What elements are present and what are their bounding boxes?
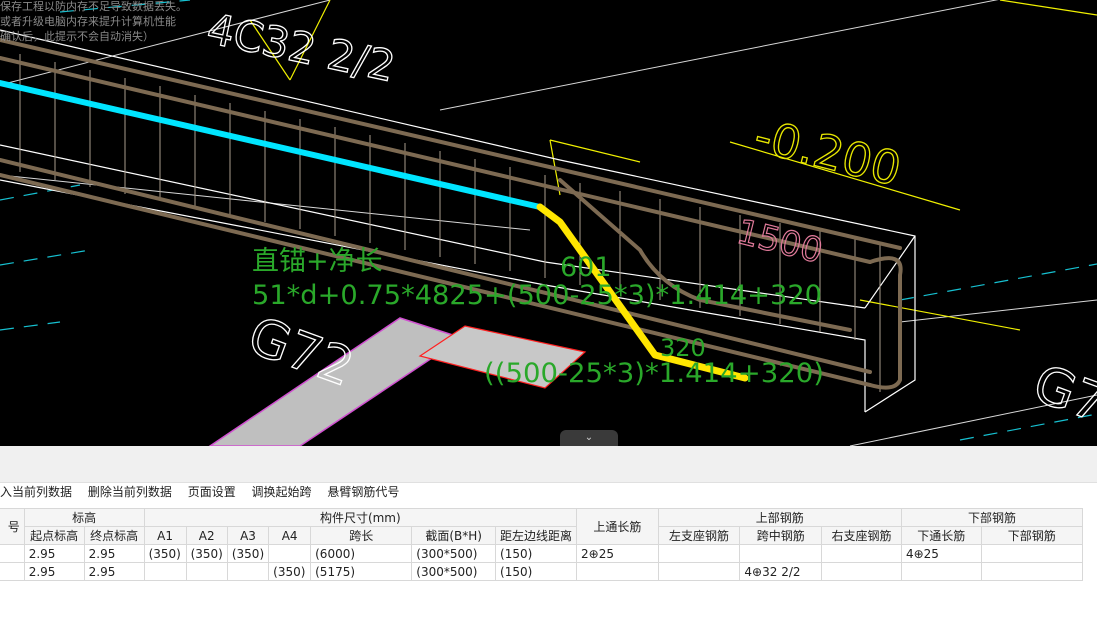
col-header-right-support-rebar: 右支座钢筋 [821, 526, 902, 545]
col-header-left-support-rebar: 左支座钢筋 [657, 526, 741, 545]
collapse-panel-button[interactable]: ⌄ [560, 430, 618, 446]
table-cell[interactable]: 2.95 [83, 544, 145, 563]
table-cell[interactable] [980, 544, 1084, 563]
page-setup-button[interactable]: 页面设置 [188, 485, 236, 499]
col-header-section: 截面(B*H) [411, 526, 497, 545]
table-cell[interactable] [576, 562, 659, 581]
col-header-num: 号 [0, 508, 25, 545]
col-header-a1: A1 [143, 526, 187, 545]
formula-sub-b: ((500-25*3)*1.414+320) [484, 358, 824, 389]
insert-column-data-button[interactable]: 入当前列数据 [0, 485, 72, 499]
cantilever-rebar-code-button[interactable]: 悬臂钢筋代号 [327, 485, 399, 499]
table-cell[interactable] [980, 562, 1084, 581]
table-cell[interactable]: (150) [495, 544, 578, 563]
formula-expression: 51*d+0.75*4825+(500-25*3)*1.414+320 [252, 280, 822, 311]
table-cell[interactable]: (350) [268, 562, 312, 581]
table-cell[interactable]: (350) [185, 544, 228, 563]
table-cell[interactable]: (300*500) [411, 562, 497, 581]
table-cell[interactable]: 4⊕25 [900, 544, 982, 563]
formula-title: 直锚+净长 [252, 246, 383, 277]
delete-column-data-button[interactable]: 删除当前列数据 [88, 485, 172, 499]
table-cell[interactable]: (6000) [310, 544, 413, 563]
table-cell[interactable]: (350) [226, 544, 270, 563]
elevation-label: -0.200 [749, 108, 906, 196]
table-cell[interactable] [0, 544, 25, 563]
table-row[interactable]: 2.95 2.95 (350) (350) (350) (6000) (300*… [0, 544, 1084, 563]
table-cell[interactable] [143, 562, 187, 581]
col-header-top-long: 上通长筋 [576, 508, 659, 545]
col-header-end-elev: 终点标高 [83, 526, 145, 545]
col-header-a3: A3 [226, 526, 270, 545]
formula-id: 601 [560, 252, 612, 283]
col-group-bottom-rebar: 下部钢筋 [900, 508, 1084, 527]
table-cell[interactable]: 2.95 [83, 562, 145, 581]
table-cell[interactable] [821, 562, 902, 581]
col-group-dimensions: 构件尺寸(mm) [143, 508, 578, 527]
col-header-bottom-rebar: 下部钢筋 [980, 526, 1084, 545]
chevron-down-icon: ⌄ [584, 432, 594, 443]
3d-viewport[interactable]: 4C32 2/2 -0.200 G72 G7 1500 直锚+净长 601 51… [0, 0, 1097, 446]
table-cell[interactable] [900, 562, 982, 581]
col-header-span-length: 跨长 [310, 526, 413, 545]
table-cell[interactable] [185, 562, 228, 581]
table-row[interactable]: 2.95 2.95 (350) (5175) (300*500) (150) 4… [0, 562, 1084, 581]
table-cell[interactable] [268, 544, 312, 563]
table-cell[interactable] [821, 544, 902, 563]
memory-warning-line-3: 确认后，此提示不会自动消失） [0, 30, 154, 43]
table-cell[interactable]: (150) [495, 562, 578, 581]
memory-warning-line-2: 或者升级电脑内存来提升计算机性能 [0, 15, 176, 28]
table-cell[interactable]: 4⊕32 2/2 [739, 562, 823, 581]
col-header-mid-span-rebar: 跨中钢筋 [739, 526, 823, 545]
col-group-top-rebar: 上部钢筋 [657, 508, 902, 527]
col-header-a2: A2 [185, 526, 228, 545]
grid-toolbar: 入当前列数据 删除当前列数据 页面设置 调换起始跨 悬臂钢筋代号 [0, 483, 1097, 503]
table-cell[interactable] [0, 562, 25, 581]
col-header-bottom-long: 下通长筋 [900, 526, 982, 545]
table-cell[interactable]: 2⊕25 [576, 544, 659, 563]
panel-header-strip [0, 446, 1097, 483]
table-cell[interactable] [657, 562, 741, 581]
beam-rebar-scene[interactable]: 4C32 2/2 -0.200 G72 G7 1500 直锚+净长 601 51… [0, 0, 1097, 446]
table-cell[interactable]: (300*500) [411, 544, 497, 563]
swap-start-span-button[interactable]: 调换起始跨 [252, 485, 312, 499]
table-cell[interactable] [657, 544, 741, 563]
rebar-mark-label: 4C32 2/2 [203, 4, 399, 92]
col-header-left-edge-distance: 距左边线距离 [495, 526, 578, 545]
memory-warning-line-1: 保存工程以防内存不足导致数据丢失。 [0, 0, 187, 13]
table-cell[interactable]: 2.95 [23, 544, 85, 563]
table-cell[interactable]: 2.95 [23, 562, 85, 581]
table-cell[interactable]: (5175) [310, 562, 413, 581]
beam-code-right: G7 [1026, 354, 1097, 435]
beam-rebar-table: 号 标高 构件尺寸(mm) 上通长筋 上部钢筋 下部钢筋 起点标高 终点标高 A… [0, 508, 1084, 581]
col-header-a4: A4 [268, 526, 312, 545]
table-cell[interactable]: (350) [143, 544, 187, 563]
table-cell[interactable] [739, 544, 823, 563]
col-group-elevation: 标高 [23, 508, 145, 527]
col-header-start-elev: 起点标高 [23, 526, 85, 545]
table-cell[interactable] [226, 562, 270, 581]
